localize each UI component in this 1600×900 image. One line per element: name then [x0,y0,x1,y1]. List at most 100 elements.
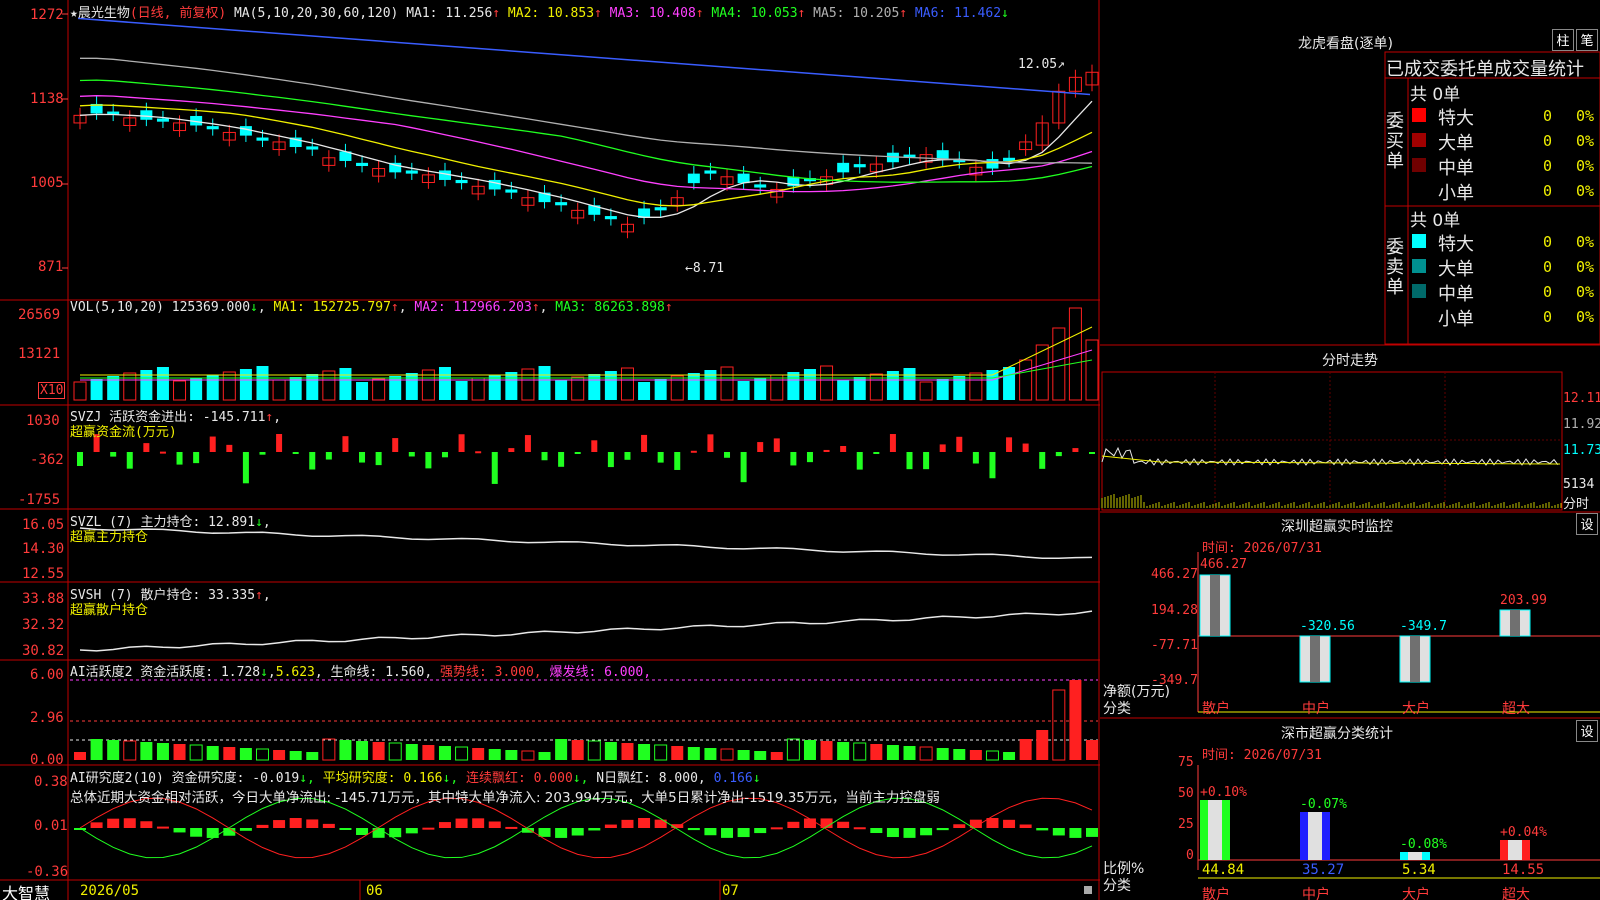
activity-bar [870,744,883,760]
fl-time: 时间: 2026/07/31 [1202,748,1322,763]
vol-bar [555,380,568,400]
vol-bar [837,380,850,400]
vol-bar [356,382,369,400]
flow-bar [259,452,266,455]
size-swatch [1412,158,1426,172]
app-window: { "stock": { "name": "晨光生物", "mode": "(日… [0,0,1600,900]
activity-bar [388,742,402,761]
high-mark: 12.05↗ [1018,57,1065,72]
flow-bar [309,452,316,470]
candle-down [140,110,153,120]
brand-logo: 大智慧 [2,884,51,900]
svsh-axis-label: 33.88 [22,591,65,607]
activity-bar [687,747,700,760]
activity-bar [654,744,668,761]
flow-bar [923,452,930,470]
vol-bar [737,381,750,400]
order-size-label: 特大 [1438,234,1474,255]
candle-down [206,126,219,130]
flow-bar [126,452,133,469]
category-label: 散户 [1202,887,1230,900]
research-bar [372,828,385,838]
activity-bar [704,748,717,760]
vol-bar [638,382,651,400]
activity-bar [538,752,551,760]
flow-bar [392,438,399,452]
research-bar [571,828,584,836]
flow-bar [574,452,581,454]
research-bar [1069,828,1082,838]
activity-bar [953,749,966,760]
activity-bar [239,748,252,760]
candle-down [837,162,850,173]
vol-bar [256,366,269,400]
tab-orders[interactable]: 委托单 [1440,59,1494,80]
research-bar [737,828,750,838]
svsh-axis-label: 32.32 [22,617,65,633]
sz-settings-button[interactable]: 设 [1576,513,1598,535]
ai2-header: AI活跃度2 资金活跃度: 1.728↓,5.623, 生命线: 1.560, … [70,665,652,680]
activity-bar [455,746,469,761]
order-size-label: 中单 [1438,284,1474,305]
research-bar [190,828,203,837]
svzl-axis-label: 12.55 [22,566,65,582]
flow-bar [159,451,166,454]
order-size-label: 大单 [1438,259,1474,280]
activity-bar [356,741,369,760]
flow-bar [823,449,830,452]
order-count: 0 [1543,308,1553,326]
vol-ma [80,326,1093,376]
flow-bar [773,438,780,452]
buy-total: 共 0单 [1410,85,1461,105]
research-bar [405,828,418,834]
order-count: 0 [1543,157,1553,175]
right-panel [1100,51,1600,879]
activity-bar [820,741,833,760]
buy-side-label: 委买单 [1386,111,1404,172]
ma-line [79,95,1093,193]
activity-bar [587,740,601,761]
fl-axis-title2: 分类 [1103,878,1131,894]
vol-bar [1003,367,1016,400]
candle-down [405,170,418,174]
fl-axis-label: 50 [1178,786,1194,801]
vol-bar [272,379,286,401]
order-percent: 0% [1576,182,1595,200]
intraday-title: 分时走势 [1322,353,1378,369]
activity-bar [472,748,485,760]
tab-filled[interactable]: 已成交 [1386,59,1440,80]
order-count: 0 [1543,283,1553,301]
activity-bar [156,743,169,760]
bar-mode-button[interactable]: 柱 [1552,29,1574,51]
order-percent: 0% [1576,107,1595,125]
flow-bar [342,436,349,452]
lock-icon[interactable] [1084,886,1092,894]
flow-bar [889,434,896,452]
sz-bar-shade [1310,636,1320,682]
research-bar [1036,828,1049,831]
flow-bar [956,436,963,452]
activity-bar [372,742,385,760]
flow-bar [1039,452,1046,469]
svzl-axis-label: 14.30 [22,541,65,557]
fl-settings-button[interactable]: 设 [1576,720,1598,742]
activity-bar [173,744,186,760]
ma-arrow: ↑ [594,6,602,21]
fl-change: -0.07% [1300,797,1347,812]
main-hold-line [79,527,1093,560]
stock-mode[interactable]: (日线, 前复权) [130,6,226,21]
vol-bar [820,365,834,401]
kline-chart-area[interactable] [0,0,1100,900]
activity-bar [903,746,916,760]
activity-bar [255,748,269,761]
flow-bar [276,434,283,452]
vol-bar [123,372,137,401]
vol-unit-badge[interactable]: X10 [38,382,66,399]
tick-mode-button[interactable]: 笔 [1576,29,1598,51]
research-bar [638,818,651,828]
vol-bar [903,368,916,400]
tab-volume-stats[interactable]: 成交量统计 [1494,59,1584,80]
activity-bar [638,744,651,760]
flow-bar [690,450,697,453]
flow-bar [1022,443,1029,452]
